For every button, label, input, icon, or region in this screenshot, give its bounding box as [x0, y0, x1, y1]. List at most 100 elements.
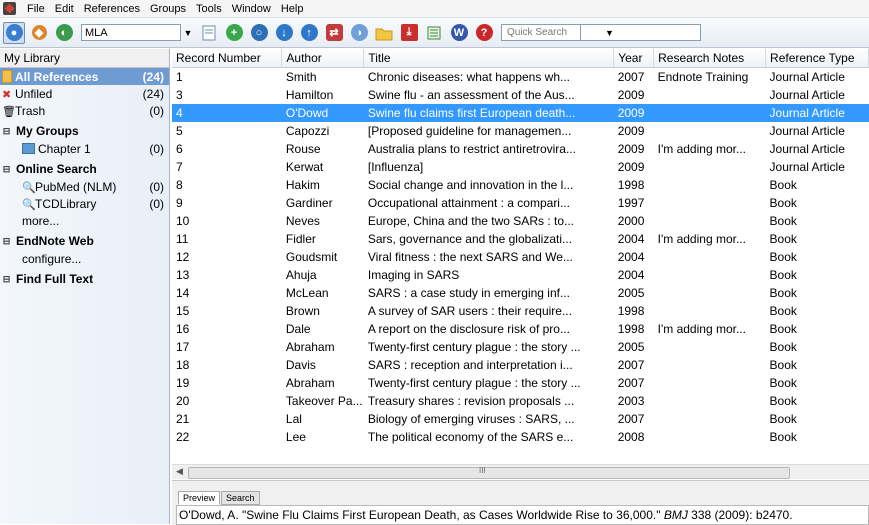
table-row[interactable]: 12 Goudsmit Viral fitness : the next SARS …	[172, 248, 869, 266]
table-row[interactable]: 3 Hamilton Swine flu - an assessment of th…	[172, 86, 869, 104]
cell-reference-type: Book	[769, 304, 797, 318]
output-style-select[interactable]: MLA	[81, 24, 181, 41]
menu-edit[interactable]: Edit	[50, 3, 79, 15]
online-search-mode-button[interactable]: ◆	[28, 22, 50, 44]
cell-title: Twenty-first century plague : the story …	[367, 340, 581, 354]
sidebar-item-label: Chapter 1	[38, 141, 91, 156]
tab-search[interactable]: Search	[221, 491, 260, 505]
cell-year: 2007	[617, 70, 645, 84]
open-link-button[interactable]: ◑	[348, 22, 370, 44]
sidebar-item-label: PubMed (NLM)	[35, 179, 117, 194]
cell-title: Viral fitness : the next SARS and We...	[367, 250, 573, 264]
table-row[interactable]: 17 Abraham Twenty-first century plague : t…	[172, 338, 869, 356]
group-set-title: Online Search	[16, 162, 97, 176]
group-set-endnote-web[interactable]: ⊟ EndNote Web	[0, 232, 169, 250]
online-connect-button[interactable]: ⇄	[323, 22, 345, 44]
cell-title: Australia plans to restrict antiretrovir…	[367, 142, 576, 156]
table-row[interactable]: 7 Kerwat [Influenza] 2009 Journal Article	[172, 158, 869, 176]
table-row[interactable]: 22 Lee The political economy of the SARS e…	[172, 428, 869, 446]
table-row[interactable]: 19 Abraham Twenty-first century plague : t…	[172, 374, 869, 392]
my-library-header[interactable]: My Library	[0, 49, 169, 68]
column-header-title[interactable]: Title	[363, 49, 615, 68]
style-dropdown-arrow-icon[interactable]: ▼	[181, 24, 195, 41]
upload-button[interactable]: ↑	[298, 22, 320, 44]
table-row[interactable]: 1 Smith Chronic diseases: what happens wh.…	[172, 68, 869, 87]
group-set-my-groups[interactable]: ⊟ My Groups	[0, 122, 169, 140]
sidebar-item-trash[interactable]: 🗑 Trash (0)	[0, 102, 169, 119]
word-button[interactable]: W	[448, 22, 470, 44]
column-header-year[interactable]: Year	[613, 49, 655, 68]
table-row[interactable]: 13 Ahuja Imaging in SARS 2004 Book	[172, 266, 869, 284]
local-library-mode-button[interactable]: ●	[3, 21, 25, 44]
endnote-web-configure-link[interactable]: configure...	[0, 250, 169, 267]
collapse-icon[interactable]: ⊟	[2, 164, 11, 174]
find-button[interactable]: ○	[248, 22, 270, 44]
table-row[interactable]: 21 Lal Biology of emerging viruses : SARS,…	[172, 410, 869, 428]
quick-search-input[interactable]: Quick Search	[501, 24, 581, 41]
table-row[interactable]: 6 Rouse Australia plans to restrict antire…	[172, 140, 869, 158]
collapse-icon[interactable]: ⊟	[2, 126, 11, 136]
table-row[interactable]: 5 Capozzi [Proposed guideline for manageme…	[172, 122, 869, 140]
table-row[interactable]: 20 Takeover Pa... Treasury shares : revisi…	[172, 392, 869, 410]
open-file-button[interactable]	[373, 22, 395, 44]
arrow-up-icon: ↑	[300, 24, 318, 41]
cell-record-number: 9	[176, 196, 183, 210]
integrated-library-mode-button[interactable]: ◐	[53, 22, 75, 44]
group-set-find-full-text[interactable]: ⊟ Find Full Text	[0, 270, 169, 288]
online-search-more-link[interactable]: more...	[0, 212, 169, 229]
sidebar-item-chapter-1[interactable]: Chapter 1 (0)	[0, 140, 169, 157]
group-set-online-search[interactable]: ⊟ Online Search	[0, 160, 169, 178]
cell-title: SARS : a case study in emerging inf...	[367, 286, 570, 300]
pdf-button[interactable]: ⤓	[398, 22, 420, 44]
menu-help[interactable]: Help	[276, 3, 309, 15]
column-header-author[interactable]: Author	[281, 49, 365, 68]
format-paper-button[interactable]	[423, 22, 445, 44]
table-row[interactable]: 16 Dale A report on the disclosure risk of…	[172, 320, 869, 338]
scroll-left-icon[interactable]: ◀	[176, 466, 183, 477]
reference-table: Record Number Author Title Year Research…	[172, 49, 869, 446]
menu-groups[interactable]: Groups	[145, 3, 191, 15]
tab-preview[interactable]: Preview	[178, 491, 221, 505]
endnote-app-icon[interactable]	[3, 2, 16, 15]
cell-reference-type: Book	[769, 358, 797, 372]
connect-icon: ⇄	[325, 24, 343, 41]
table-row[interactable]: 4 O'Dowd Swine flu claims first European d…	[172, 104, 869, 122]
collapse-icon[interactable]: ⊟	[2, 274, 11, 284]
column-header-record-number[interactable]: Record Number	[172, 49, 283, 68]
menu-file[interactable]: File	[22, 3, 50, 15]
new-reference-button[interactable]: +	[223, 22, 245, 44]
table-row[interactable]: 11 Fidler Sars, governance and the globali…	[172, 230, 869, 248]
cell-record-number: 1	[176, 70, 183, 84]
download-button[interactable]: ↓	[273, 22, 295, 44]
menu-tools[interactable]: Tools	[191, 3, 227, 15]
cell-title: Imaging in SARS	[367, 268, 460, 282]
table-row[interactable]: 8 Hakim Social change and innovation in th…	[172, 176, 869, 194]
sidebar-item-unfiled[interactable]: ✖ Unfiled (24)	[0, 85, 169, 102]
table-row[interactable]: 18 Davis SARS : reception and interpretati…	[172, 356, 869, 374]
sidebar-item-tcdlibrary[interactable]: 🔍 TCDLibrary (0)	[0, 195, 169, 212]
quick-search-dropdown[interactable]: ▼	[581, 24, 701, 41]
cell-author: Davis	[285, 358, 316, 372]
table-row[interactable]: 14 McLean SARS : a case study in emerging …	[172, 284, 869, 302]
column-header-reference-type[interactable]: Reference Type	[765, 49, 869, 68]
sidebar-item-all-references[interactable]: All References (24)	[0, 68, 169, 85]
insert-citation-button[interactable]	[198, 22, 220, 44]
menu-references[interactable]: References	[79, 3, 145, 15]
cell-year: 2009	[617, 88, 645, 102]
menu-window[interactable]: Window	[227, 3, 276, 15]
cell-record-number: 4	[172, 104, 282, 122]
cell-year: 2005	[617, 286, 645, 300]
table-row[interactable]: 10 Neves Europe, China and the two SARs : …	[172, 212, 869, 230]
cell-author: Lee	[285, 430, 306, 444]
sidebar-item-pubmed[interactable]: 🔍 PubMed (NLM) (0)	[0, 178, 169, 195]
scrollbar-thumb[interactable]: III	[188, 466, 790, 479]
table-row[interactable]: 9 Gardiner Occupational attainment : a com…	[172, 194, 869, 212]
cell-year: 2007	[617, 376, 645, 390]
cell-author: Goudsmit	[285, 250, 338, 264]
table-row[interactable]: 15 Brown A survey of SAR users : their req…	[172, 302, 869, 320]
help-button[interactable]: ?	[473, 22, 495, 44]
collapse-icon[interactable]: ⊟	[2, 236, 11, 246]
cell-research-notes	[654, 86, 766, 104]
column-header-research-notes[interactable]: Research Notes	[653, 49, 767, 68]
horizontal-scrollbar[interactable]: ◀ III	[172, 464, 869, 479]
